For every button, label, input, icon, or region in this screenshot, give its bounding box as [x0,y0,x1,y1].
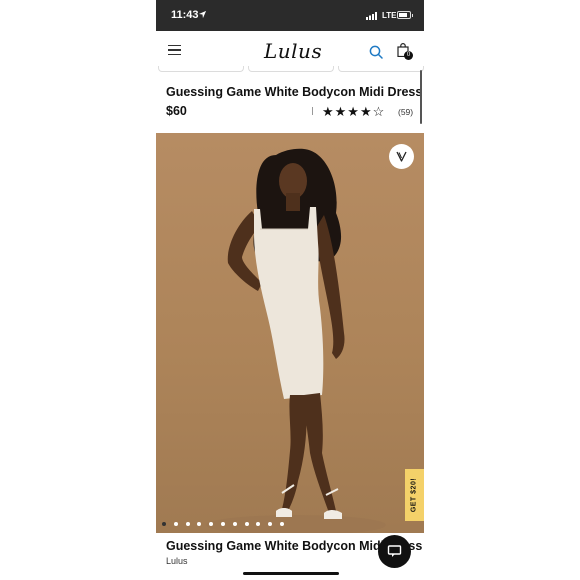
site-logo[interactable]: Lulus [264,39,322,63]
carousel-dot[interactable] [244,522,249,526]
promo-tab[interactable]: GET $20! [405,469,424,521]
battery-icon [397,11,413,19]
cart-count-badge: 0 [404,51,413,60]
product-summary: Guessing Game White Bodycon Midi Dress $… [156,72,424,132]
search-icon[interactable] [369,45,383,59]
status-bar: 11:43 LTE [156,0,424,31]
product-details: Guessing Game White Bodycon Midi Dress L… [156,533,424,580]
top-navigation: Lulus 0 [156,31,424,71]
brand-name[interactable]: Lulus [166,556,188,566]
promo-label: GET $20! [410,477,418,513]
carousel-dot[interactable] [173,522,178,526]
divider [312,107,313,115]
chat-button[interactable] [378,535,411,568]
carousel-dot[interactable] [221,522,225,526]
status-time: 11:43 [171,9,199,21]
carousel-dot[interactable] [185,522,190,526]
product-title: Guessing Game White Bodycon Midi Dress [166,85,423,99]
carousel-dot[interactable] [280,522,284,526]
heart-icon [396,151,407,162]
carousel-dot[interactable] [162,522,166,526]
carousel-dot[interactable] [232,522,237,526]
phone-screen: 11:43 LTE Lulus 0 Guessing Game White Bo… [156,0,424,580]
wishlist-button[interactable] [389,144,414,169]
menu-icon[interactable] [168,45,181,56]
product-image[interactable]: GET $20! [156,133,424,533]
scrollbar[interactable] [420,70,422,124]
home-indicator[interactable] [243,572,339,575]
review-count[interactable]: (59) [398,107,413,117]
product-price: $60 [166,104,187,118]
model-photo [206,148,386,533]
signal-icon [366,12,377,20]
network-type: LTE [382,11,397,20]
rating-stars[interactable]: ★★★★☆ [322,104,385,120]
chat-icon [387,545,402,557]
navigation-arrow-icon [198,10,207,19]
